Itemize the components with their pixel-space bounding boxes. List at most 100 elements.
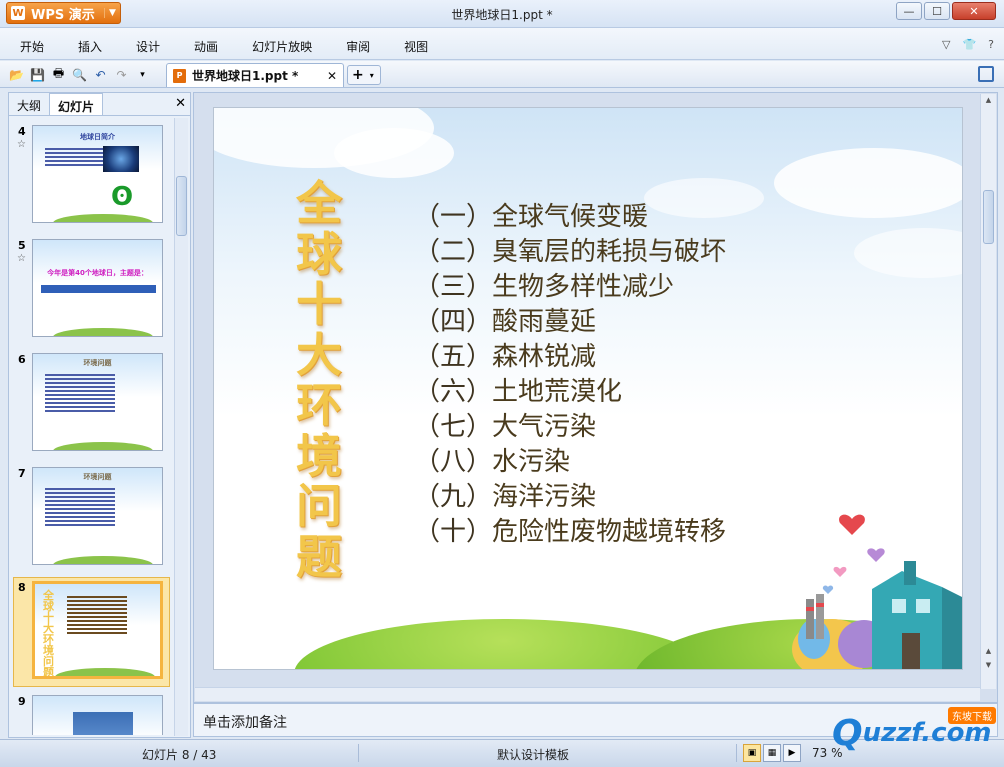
slide-preview <box>32 695 163 735</box>
animation-star-icon: ☆ <box>17 139 26 150</box>
thumbnail-title: 地球日简介 <box>80 133 115 141</box>
document-tab[interactable]: P 世界地球日1.ppt * ✕ <box>166 63 344 87</box>
scroll-up-icon[interactable]: ▲ <box>983 96 994 108</box>
slide-preview: 全球十大环境问题 <box>32 581 163 679</box>
view-buttons: ▣ ▦ ▶ <box>743 744 801 762</box>
cloud-decoration <box>854 228 962 278</box>
title-char: 题 <box>296 529 342 584</box>
title-char: 环 <box>296 378 342 432</box>
editor-horizontal-scrollbar[interactable] <box>195 687 980 701</box>
minimize-button[interactable]: — <box>896 2 922 20</box>
list-item: （三）生物多样性减少 <box>414 272 675 302</box>
quick-toolbar: 📂 💾 🖶 🔍 ↶ ↷ ▾ P 世界地球日1.ppt * ✕ + ▾ <box>0 61 1004 88</box>
title-bar: W WPS 演示 ▼ 世界地球日1.ppt * — ☐ ✕ <box>0 0 1004 28</box>
chevron-down-icon[interactable]: ▽ <box>942 38 950 51</box>
earth-day-logo: ʘ <box>111 182 134 212</box>
new-tab-button[interactable]: + ▾ <box>347 65 381 85</box>
close-button[interactable]: ✕ <box>952 2 996 20</box>
menu-item-review[interactable]: 审阅 <box>326 38 384 55</box>
design-template-name[interactable]: 默认设计模板 <box>497 746 569 763</box>
undo-icon[interactable]: ↶ <box>92 66 109 83</box>
slide-counter: 幻灯片 8 / 43 <box>142 748 217 762</box>
earth-image <box>103 146 139 172</box>
slide-canvas[interactable]: 全 球 十 大 环 境 问 题 （一）全球气候变暖 （二）臭氧层的耗损与破坏 （… <box>213 107 963 670</box>
site-watermark: Q uzzf.com 东坡下载 <box>832 705 1000 761</box>
help-icon[interactable]: ? <box>988 38 994 51</box>
maximize-button[interactable]: ☐ <box>924 2 950 20</box>
slide-number: 4 <box>18 125 26 138</box>
list-item: （十）危险性废物越境转移 <box>414 517 727 547</box>
slide-number: 7 <box>18 467 26 480</box>
panel-tabs: 大纲 幻灯片 <box>9 93 190 116</box>
prev-slide-icon[interactable]: ▲ <box>983 647 994 659</box>
factory-illustration <box>792 514 962 669</box>
status-divider <box>736 744 737 762</box>
menu-item-slideshow[interactable]: 幻灯片放映 <box>232 38 326 55</box>
grass-decoration <box>53 442 153 450</box>
watermark-logo-icon: Q <box>832 712 863 754</box>
title-char: 问 <box>296 479 342 533</box>
grass-decoration <box>55 668 155 676</box>
list-item: （九）海洋污染 <box>414 482 597 512</box>
customize-icon[interactable]: ▾ <box>134 66 151 83</box>
slide-preview: 环境问题 <box>32 467 163 565</box>
list-item: （四）酸雨蔓延 <box>414 307 597 337</box>
menu-right-icons: ▽ 👕 ? <box>942 38 994 51</box>
grass-decoration <box>53 556 153 564</box>
slide-editor: 全 球 十 大 环 境 问 题 （一）全球气候变暖 （二）臭氧层的耗损与破坏 （… <box>193 92 998 703</box>
slide-bullet-list: （一）全球气候变暖 （二）臭氧层的耗损与破坏 （三）生物多样性减少 （四）酸雨蔓… <box>414 200 726 550</box>
print-preview-icon[interactable]: 🔍 <box>71 66 88 83</box>
editor-vertical-scrollbar[interactable]: ▲ ▲ ▼ <box>980 94 996 689</box>
list-item: （一）全球气候变暖 <box>414 202 649 232</box>
grass-decoration <box>53 214 153 222</box>
menu-item-view[interactable]: 视图 <box>384 38 442 55</box>
heart-icon <box>822 585 834 594</box>
theme-bar <box>41 285 156 293</box>
list-item: （八）水污染 <box>414 447 571 477</box>
grass-decoration <box>53 328 153 336</box>
panel-scrollbar[interactable] <box>174 118 188 736</box>
title-char: 十 <box>296 277 342 331</box>
window-layout-icon[interactable] <box>978 66 994 82</box>
normal-view-icon[interactable]: ▣ <box>743 744 761 762</box>
slideshow-view-icon[interactable]: ▶ <box>783 744 801 762</box>
slide-number: 9 <box>18 695 26 708</box>
window-controls: — ☐ ✕ <box>896 2 996 20</box>
menu-item-design[interactable]: 设计 <box>116 38 174 55</box>
redo-icon[interactable]: ↷ <box>113 66 130 83</box>
close-panel-icon[interactable]: ✕ <box>175 96 186 111</box>
slide-number: 5 <box>18 239 26 252</box>
save-icon[interactable]: 💾 <box>29 66 46 83</box>
slide-thumbnail[interactable]: 9 <box>13 695 168 735</box>
scrollbar-thumb[interactable] <box>176 176 187 236</box>
open-icon[interactable]: 📂 <box>8 66 25 83</box>
slide-preview: 环境问题 <box>32 353 163 451</box>
slide-number: 6 <box>18 353 26 366</box>
list-item: （二）臭氧层的耗损与破坏 <box>414 237 727 267</box>
print-icon[interactable]: 🖶 <box>50 66 67 83</box>
heart-icon <box>867 548 885 562</box>
menu-item-start[interactable]: 开始 <box>0 38 58 55</box>
thumbnail-title: 今年是第40个地球日，主题是： <box>47 269 148 277</box>
sorter-view-icon[interactable]: ▦ <box>763 744 781 762</box>
skin-icon[interactable]: 👕 <box>962 38 976 51</box>
ppt-file-icon: P <box>173 68 186 83</box>
title-char: 大 <box>296 327 342 382</box>
slide-number: 8 <box>18 581 26 594</box>
scrollbar-thumb[interactable] <box>983 190 994 244</box>
heart-icon <box>833 566 847 577</box>
close-tab-icon[interactable]: ✕ <box>327 69 337 83</box>
menu-item-insert[interactable]: 插入 <box>58 38 116 55</box>
menu-bar: 开始 插入 设计 动画 幻灯片放映 审阅 视图 ▽ 👕 ? <box>0 28 1004 60</box>
chevron-down-icon[interactable]: ▾ <box>370 71 374 80</box>
notes-placeholder[interactable]: 单击添加备注 <box>203 712 287 732</box>
document-tab-label: 世界地球日1.ppt * <box>192 69 299 83</box>
tab-outline[interactable]: 大纲 <box>9 93 49 115</box>
next-slide-icon[interactable]: ▼ <box>983 661 994 673</box>
menu-item-animation[interactable]: 动画 <box>174 38 232 55</box>
status-divider <box>358 744 359 762</box>
cloud-decoration <box>334 128 454 178</box>
watermark-tag: 东坡下载 <box>948 707 996 724</box>
list-item: （七）大气污染 <box>414 412 597 442</box>
tab-slides[interactable]: 幻灯片 <box>49 93 104 115</box>
